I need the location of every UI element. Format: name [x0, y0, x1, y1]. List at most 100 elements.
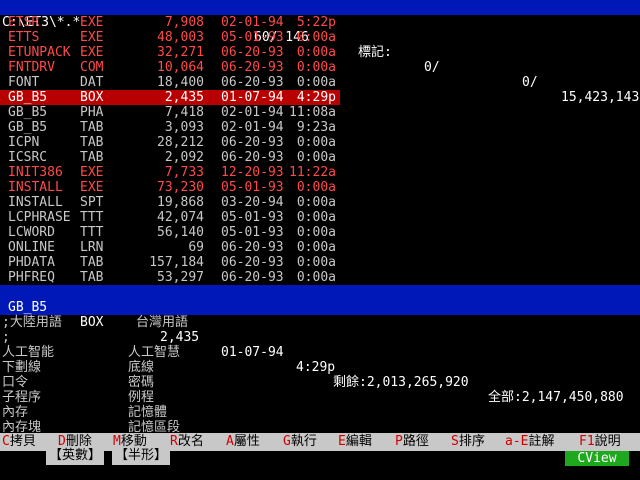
file-date: 06-20-93	[221, 45, 284, 60]
file-row[interactable]: INIT386 EXE 7,733 12-20-93 11:22a	[0, 165, 340, 180]
file-time: 0:00a	[296, 240, 336, 255]
preview-term-mainland: 下劃線	[2, 360, 42, 375]
file-time: 0:00a	[296, 75, 336, 90]
file-row[interactable]: ETUNPACK EXE 32,271 06-20-93 0:00a	[0, 45, 340, 60]
file-ext: TAB	[80, 135, 104, 150]
file-date: 05-01-93	[221, 225, 284, 240]
file-name: LCWORD	[8, 225, 55, 240]
fkey-f1[interactable]: F1說明	[579, 433, 621, 451]
file-name: ETUNPACK	[8, 45, 71, 60]
file-size: 7,908	[164, 15, 204, 30]
fkey-label: 註解	[528, 434, 555, 449]
file-time: 0:00a	[296, 60, 336, 75]
fkey-r[interactable]: R改名	[170, 433, 204, 451]
file-date: 01-07-94	[221, 90, 284, 105]
ime-width-indicator[interactable]: 【半形】	[112, 447, 171, 465]
fkey-s[interactable]: S排序	[451, 433, 485, 451]
file-ext: TTT	[80, 210, 104, 225]
file-date: 02-01-94	[221, 105, 284, 120]
file-size: 32,271	[157, 45, 204, 60]
file-row[interactable]: ONLINE LRN 69 06-20-93 0:00a	[0, 240, 340, 255]
preview-term-taiwan: 例程	[128, 390, 155, 405]
file-row[interactable]: LCWORD TTT 56,140 05-01-93 0:00a	[0, 225, 340, 240]
file-row[interactable]: FNTDRV COM 10,064 06-20-93 0:00a	[0, 60, 340, 75]
ime-mode-indicator[interactable]: 【英數】	[46, 447, 105, 465]
fkey-key: S	[451, 434, 459, 449]
preview-term-mainland: ;	[2, 330, 10, 345]
fkey-label: 屬性	[233, 434, 260, 449]
file-row[interactable]: INSTALL EXE 73,230 05-01-93 0:00a	[0, 180, 340, 195]
fkey-g[interactable]: G執行	[283, 433, 317, 451]
file-size: 28,212	[157, 135, 204, 150]
file-size: 157,184	[149, 255, 204, 270]
file-row[interactable]: ETTS EXE 48,003 05-01-93 0:00a	[0, 30, 340, 45]
file-row[interactable]: FONT DAT 18,400 06-20-93 0:00a	[0, 75, 340, 90]
app-badge: CView	[565, 451, 629, 466]
file-row[interactable]: ETSR EXE 7,908 02-01-94 5:22p	[0, 15, 340, 30]
selected-file-status: GB_B5 BOX 2,435 01-07-94 4:29p 剩餘:2,013,…	[0, 285, 640, 405]
file-date: 06-20-93	[221, 75, 284, 90]
fkey-label: 路徑	[402, 434, 429, 449]
file-ext: EXE	[80, 30, 104, 45]
file-time: 0:00a	[296, 270, 336, 285]
file-ext: TAB	[80, 150, 104, 165]
file-row[interactable]: INSTALL SPT 19,868 03-20-94 0:00a	[0, 195, 340, 210]
file-size: 2,435	[164, 90, 204, 105]
file-size: 42,074	[157, 210, 204, 225]
file-name: INIT386	[8, 165, 63, 180]
file-time: 0:00a	[296, 210, 336, 225]
file-row[interactable]: LCPHRASE TTT 42,074 05-01-93 0:00a	[0, 210, 340, 225]
file-size: 56,140	[157, 225, 204, 240]
fkey-e[interactable]: E編輯	[338, 433, 372, 451]
file-ext: DAT	[80, 75, 104, 90]
fkey-c[interactable]: C拷貝	[2, 433, 36, 451]
file-ext: TTT	[80, 225, 104, 240]
preview-term-mainland: 子程序	[2, 390, 42, 405]
file-row[interactable]: ICSRC TAB 2,092 06-20-93 0:00a	[0, 150, 340, 165]
fkey-key: a-E	[505, 434, 529, 449]
file-time: 0:00a	[296, 135, 336, 150]
fkey-p[interactable]: P路徑	[395, 433, 429, 451]
file-ext: PHA	[80, 105, 104, 120]
file-ext: LRN	[80, 240, 104, 255]
free-bytes: 15,423,143	[561, 90, 640, 105]
file-name: GB_B5	[8, 120, 48, 135]
file-size: 3,093	[164, 120, 204, 135]
preview-term-taiwan: 人工智慧	[128, 345, 181, 360]
file-size: 48,003	[157, 30, 204, 45]
file-name: INSTALL	[8, 195, 63, 210]
file-name: ONLINE	[8, 240, 55, 255]
file-time: 5:22p	[296, 15, 336, 30]
fkey-key: F1	[579, 434, 595, 449]
fkey-label: 拷貝	[9, 434, 36, 449]
file-date: 05-01-93	[221, 210, 284, 225]
file-row[interactable]: PHFREQ TAB 53,297 06-20-93 0:00a	[0, 270, 340, 285]
file-time: 0:00a	[296, 45, 336, 60]
fkey-a[interactable]: A屬性	[226, 433, 260, 451]
top-status-bar: C:\ET3\*.* 60/ 146 標記: 0/ 0/ 15,423,143	[0, 0, 640, 105]
file-row[interactable]: ICPN TAB 28,212 06-20-93 0:00a	[0, 135, 340, 150]
file-time: 9:23a	[296, 120, 336, 135]
preview-term-mainland: 口令	[2, 375, 29, 390]
file-row[interactable]: GB_B5 TAB 3,093 02-01-94 9:23a	[0, 120, 340, 135]
preview-term-taiwan: 台灣用語	[136, 315, 189, 330]
file-preview: ;大陸用語 台灣用語; 人工智能 人工智慧 下劃線 底線 口令 密碼 子程序 例程 內存 記憶體 內存塊…	[0, 315, 640, 435]
file-ext: SPT	[80, 195, 104, 210]
file-ext: BOX	[80, 90, 104, 105]
fkey-a-e[interactable]: a-E註解	[505, 433, 555, 451]
file-row[interactable]: GB_B5 PHA 7,418 02-01-94 11:08a	[0, 105, 340, 120]
file-name: FONT	[8, 75, 40, 90]
file-date: 02-01-94	[221, 120, 284, 135]
file-date: 06-20-93	[221, 60, 284, 75]
file-size: 53,297	[157, 270, 204, 285]
fkey-label: 執行	[290, 434, 317, 449]
file-name: ICPN	[8, 135, 40, 150]
file-row[interactable]: GB_B5 BOX 2,435 01-07-94 4:29p	[0, 90, 340, 105]
fkey-label: 排序	[458, 434, 485, 449]
file-row[interactable]: PHDATA TAB 157,184 06-20-93 0:00a	[0, 255, 340, 270]
file-name: ETTS	[8, 30, 40, 45]
file-date: 12-20-93	[221, 165, 284, 180]
file-name: GB_B5	[8, 90, 48, 105]
file-size: 10,064	[157, 60, 204, 75]
file-date: 02-01-94	[221, 15, 284, 30]
